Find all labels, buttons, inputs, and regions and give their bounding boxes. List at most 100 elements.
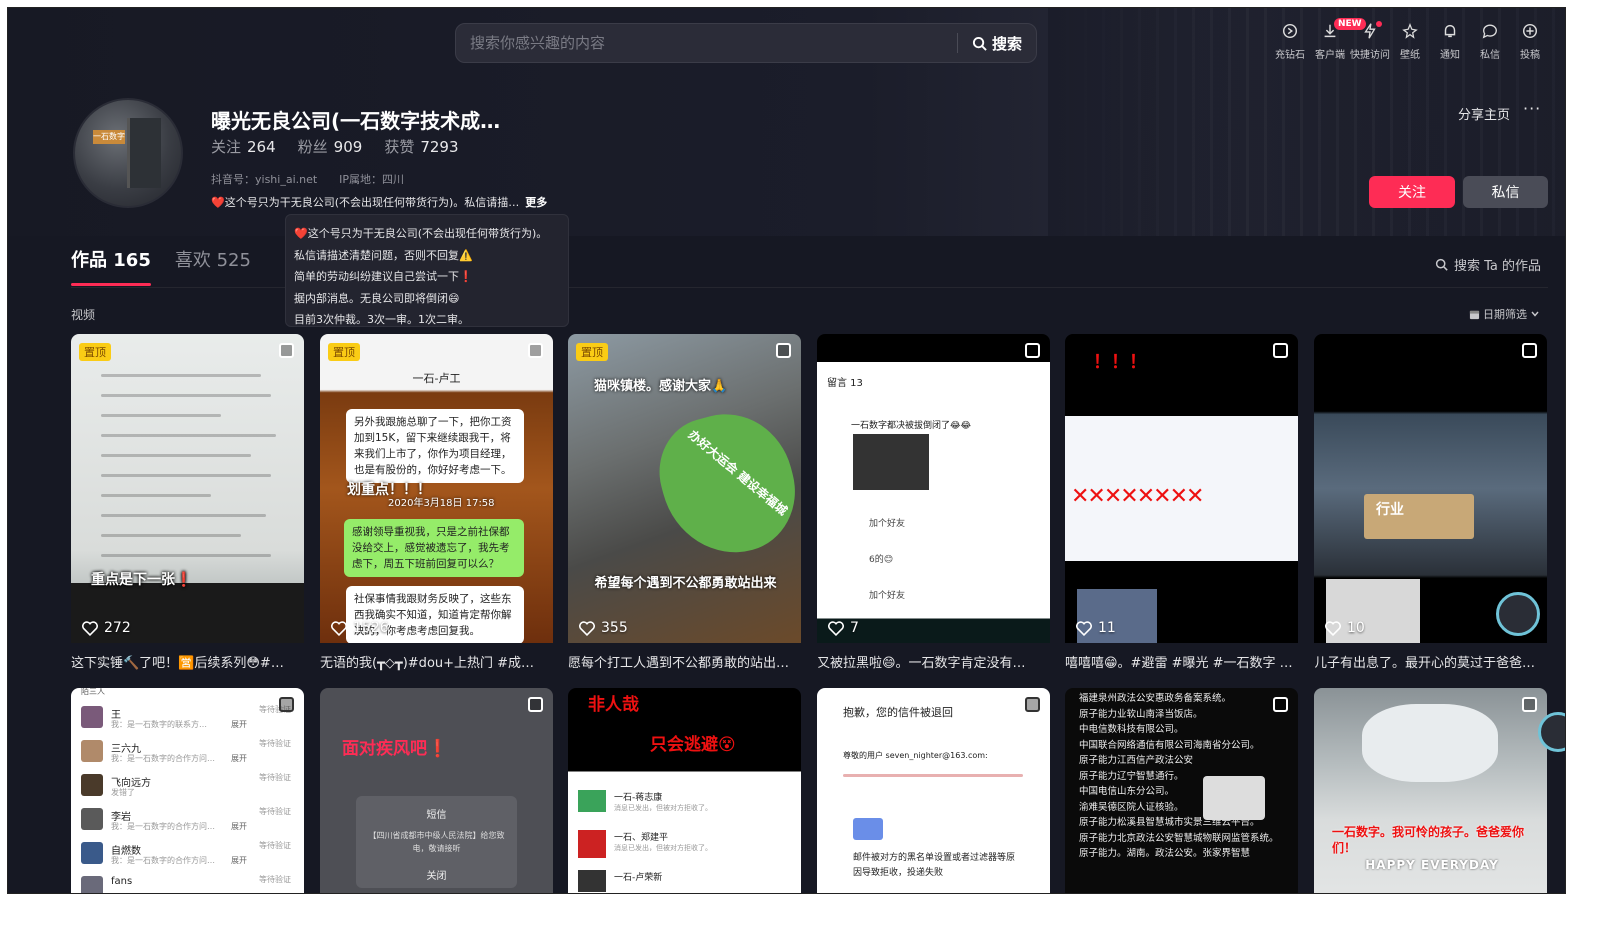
video-card[interactable]: 福建泉州政法公安惠政务备案系统。 原子能力业软山南泽当饭店。 中电信数科技有限公…	[1065, 688, 1298, 893]
diamond-icon	[1282, 23, 1298, 39]
video-caption: 嘻嘻嘻😁。#避雷 #曝光 #一石数字 …	[1065, 656, 1293, 671]
search-button[interactable]: 搜索	[958, 24, 1036, 62]
tooltip-line: 私信请描述清楚问题，否则不回复⚠️	[294, 248, 473, 262]
douyin-id: 抖音号：yishi_ai.net	[211, 173, 318, 186]
upload-icon	[1522, 23, 1538, 39]
topnav-client[interactable]: NEW 客户端	[1310, 18, 1366, 61]
friend-sub: 我：是一石数字的合作方问…	[111, 856, 215, 865]
video-card[interactable]: 置顶 重点是下一张❗ 272 这下实锤🔨了吧！🈺后续系列😳#…	[71, 334, 304, 671]
topnav-recharge[interactable]: 充钻石	[1270, 22, 1310, 61]
profile-name: 曝光无良公司(一石数字技术成…	[211, 109, 501, 133]
chat-header: 一石-卢工	[412, 372, 461, 385]
friend-list: 王 我：是一石数字的联系方… 等待验证 展开 三六九 我：是一石数字的合作方问……	[81, 704, 296, 893]
video-caption: 这下实锤🔨了吧！🈺后续系列😳#…	[71, 656, 284, 671]
like-count: 355	[579, 620, 628, 636]
video-card[interactable]: 面对疾风吧❗ 短信 【四川省成都市中级人民法院】给您致电，敬请接听 关闭	[320, 688, 553, 893]
overlay-text: 猫咪镇楼。感谢大家🙏	[594, 379, 728, 394]
friend-expand: 展开	[231, 822, 247, 831]
topnav-messages[interactable]: 私信	[1470, 22, 1510, 61]
tab-likes[interactable]: 喜欢 525	[175, 246, 251, 272]
notification-dot	[1376, 21, 1382, 27]
like-count-value: 7	[850, 620, 859, 636]
tooltip-line: 简单的劳动纠纷建议自己尝试一下❗	[294, 270, 473, 283]
friend-avatar	[81, 808, 103, 830]
date-filter-label: 日期筛选	[1483, 308, 1527, 321]
video-thumbnail: ！！！ ✕✕✕✕✕✕✕✕ 11	[1065, 334, 1298, 643]
chat-date: 2020年3月18日 17:58	[388, 498, 495, 509]
tooltip-line: ❤️这个号只为干无良公司(不会出现任何带货行为)。	[294, 227, 548, 240]
topnav-wallpaper[interactable]: 壁纸	[1390, 22, 1430, 61]
video-card[interactable]: 置顶 办好大运会 建设幸福城 猫咪镇楼。感谢大家🙏 希望每个遇到不公都勇敢站出来…	[568, 334, 801, 671]
stat-followers[interactable]: 粉丝 909	[298, 136, 363, 157]
video-thumbnail: 置顶 一石-卢工 另外我跟施总聊了一下，把你工资加到15K，留下来继续跟我干，将…	[320, 334, 553, 643]
overlay-text: 一石数字。我可怜的孩子。爸爸爱你们！	[1332, 825, 1525, 855]
blocked-sub: 消息已发出，但被对方拒收了。	[614, 804, 712, 812]
more-options-icon[interactable]: ···	[1523, 99, 1541, 118]
signature-tooltip: ❤️这个号只为干无良公司(不会出现任何带货行为)。 私信请描述清楚问题，否则不回…	[285, 214, 569, 327]
company-line: 中国联合网络通信有限公司海南省分公司。	[1079, 739, 1260, 751]
heart-icon	[82, 620, 98, 636]
follow-button[interactable]: 关注	[1369, 176, 1455, 208]
stat-likes: 获赞 7293	[384, 136, 458, 157]
video-thumbnail: 抱歉，您的信件被退回 尊敬的用户 seven_nighter@163.com: …	[817, 688, 1050, 893]
search-input[interactable]	[456, 24, 957, 62]
doc-line	[101, 394, 271, 397]
like-count-value: 10	[1347, 620, 1365, 636]
chat-bubble: 感谢领导重视我，只是之前社保都没给交上，感觉被遗忘了，我先考虑下，周五下班前回复…	[344, 519, 524, 577]
search-icon	[1435, 258, 1448, 271]
overlay-text: 希望每个遇到不公都勇敢站出来	[594, 576, 777, 591]
search-works-button[interactable]: 搜索 Ta 的作品	[1435, 255, 1541, 274]
video-card[interactable]: 一石数字。我可怜的孩子。爸爸爱你们！ HAPPY EVERYDAY	[1314, 688, 1547, 893]
tooltip-line: 据内部消息。无良公司即将倒闭😄	[294, 291, 460, 305]
video-thumbnail: 非人哉 只会逃避😵 一石-蒋志康 消息已发出，但被对方拒收了。 一石、郑建平 消…	[568, 688, 801, 893]
video-card[interactable]: ！！！ ✕✕✕✕✕✕✕✕ 11 嘻嘻嘻😁。#避雷 #曝光 #一石数字 …	[1065, 334, 1298, 671]
topnav-upload[interactable]: 投稿	[1510, 22, 1550, 61]
video-card[interactable]: 陌三人 王 我：是一石数字的联系方… 等待验证 展开 三六九 我：是一石数字的合…	[71, 688, 304, 893]
friend-expand: 展开	[231, 754, 247, 763]
video-thumbnail: 陌三人 王 我：是一石数字的联系方… 等待验证 展开 三六九 我：是一石数字的合…	[71, 688, 304, 893]
avatar[interactable]: 一石数字	[73, 98, 183, 208]
blocked-avatar	[578, 830, 606, 858]
video-card[interactable]: 留言 13 一石数字都决被拔倒闭了😂😂 加个好友 6的😊 加个好友 7 又被拉黑…	[817, 334, 1050, 671]
app-frame: 搜索 充钻石 NEW 客户端 快捷访问 壁纸 通知 私信	[7, 7, 1566, 894]
wallpaper-icon	[1402, 23, 1418, 39]
award-text: 行业	[1376, 502, 1404, 518]
friend-status: 等待验证	[259, 875, 291, 884]
share-profile-button[interactable]: 分享主页	[1458, 104, 1510, 123]
comment-text: 加个好友	[869, 519, 906, 529]
message-button[interactable]: 私信	[1463, 176, 1548, 208]
topnav-notifications[interactable]: 通知	[1430, 22, 1470, 61]
blocked-list: 一石-蒋志康 消息已发出，但被对方拒收了。 一石、郑建平 消息已发出，但被对方拒…	[578, 788, 793, 893]
video-thumbnail: 一石数字。我可怜的孩子。爸爸爱你们！ HAPPY EVERYDAY	[1314, 688, 1547, 893]
pinned-badge: 置顶	[79, 343, 111, 361]
multi-image-icon	[1522, 697, 1537, 712]
multi-image-icon	[279, 697, 294, 712]
search-icon	[972, 36, 987, 51]
topnav-quick-access[interactable]: 快捷访问	[1350, 21, 1390, 61]
like-count-value: 11	[1098, 620, 1116, 636]
multi-image-icon	[1273, 343, 1288, 358]
sms-dialog: 短信 【四川省成都市中级人民法院】给您致电，敬请接听 关闭	[356, 796, 517, 888]
video-card[interactable]: 非人哉 只会逃避😵 一石-蒋志康 消息已发出，但被对方拒收了。 一石、郑建平 消…	[568, 688, 801, 893]
video-card[interactable]: 行业 10 儿子有出息了。最开心的莫过于爸爸…	[1314, 334, 1547, 671]
cross-marks: ✕✕✕✕✕✕✕✕	[1071, 484, 1204, 509]
video-card[interactable]: 抱歉，您的信件被退回 尊敬的用户 seven_nighter@163.com: …	[817, 688, 1050, 893]
comment-title: 留言 13	[827, 378, 863, 389]
ip-location: IP属地：四川	[339, 173, 405, 186]
signature-more-link[interactable]: 更多	[525, 196, 547, 209]
comment-text: 一石数字都决被拔倒闭了😂😂	[851, 421, 972, 431]
like-count: 11	[1076, 620, 1116, 636]
friend-row: 王 我：是一石数字的联系方… 等待验证 展开	[81, 704, 296, 738]
date-filter-button[interactable]: 日期筛选	[1469, 306, 1540, 322]
doc-line	[101, 374, 261, 377]
like-count: 1526	[331, 620, 389, 636]
friend-expand: 展开	[231, 720, 247, 729]
video-card[interactable]: 置顶 一石-卢工 另外我跟施总聊了一下，把你工资加到15K，留下来继续跟我干，将…	[320, 334, 553, 671]
multi-image-icon	[1273, 697, 1288, 712]
section-label: 视频	[71, 308, 96, 322]
friend-avatar	[81, 876, 103, 893]
stat-following[interactable]: 关注 264	[211, 136, 276, 157]
profile-meta: 抖音号：yishi_ai.net IP属地：四川	[211, 171, 404, 187]
doc-line	[101, 494, 211, 497]
tab-works[interactable]: 作品 165	[71, 246, 151, 286]
